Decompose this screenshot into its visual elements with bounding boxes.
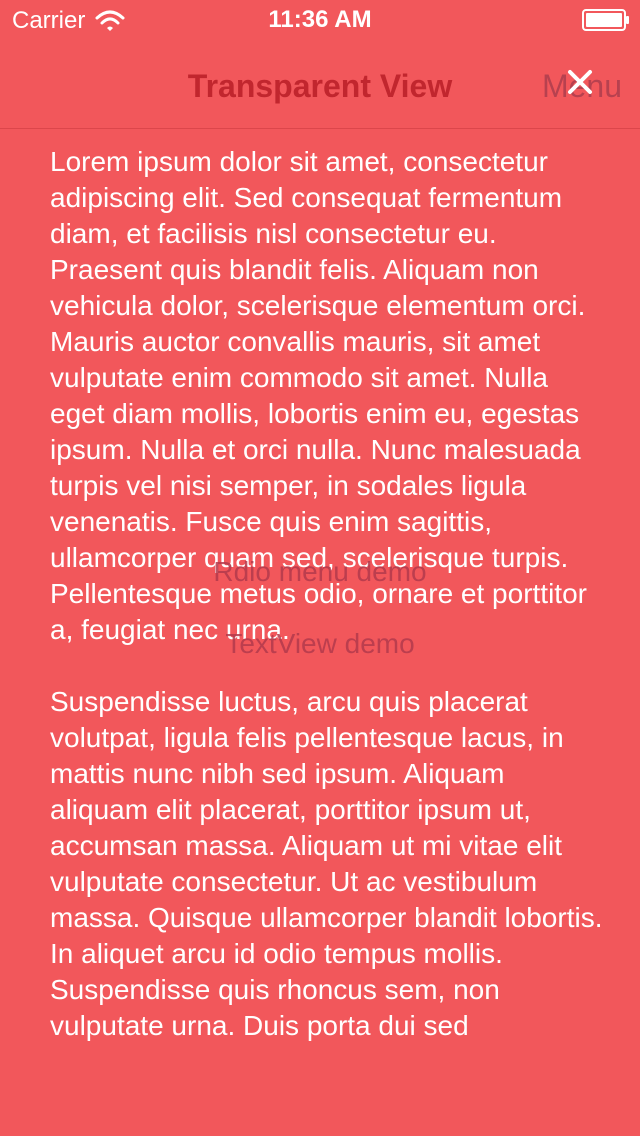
menu-item-rdio-demo[interactable]: Rdio menu demo [0,556,640,588]
menu-item-textview-demo[interactable]: TextView demo [0,628,640,660]
paragraph: Suspendisse luctus, arcu quis placerat v… [50,686,603,1041]
navigation-bar: Transparent View Menu [0,40,640,129]
status-time: 11:36 AM [268,6,372,33]
battery-icon [582,9,629,31]
status-bar: Carrier 11:36 AM [0,0,640,40]
close-icon[interactable] [566,68,594,96]
text-view[interactable]: Lorem ipsum dolor sit amet, consectetur … [50,144,610,1080]
screen: Carrier 11:36 AM Transparent View Menu L… [0,0,640,1136]
